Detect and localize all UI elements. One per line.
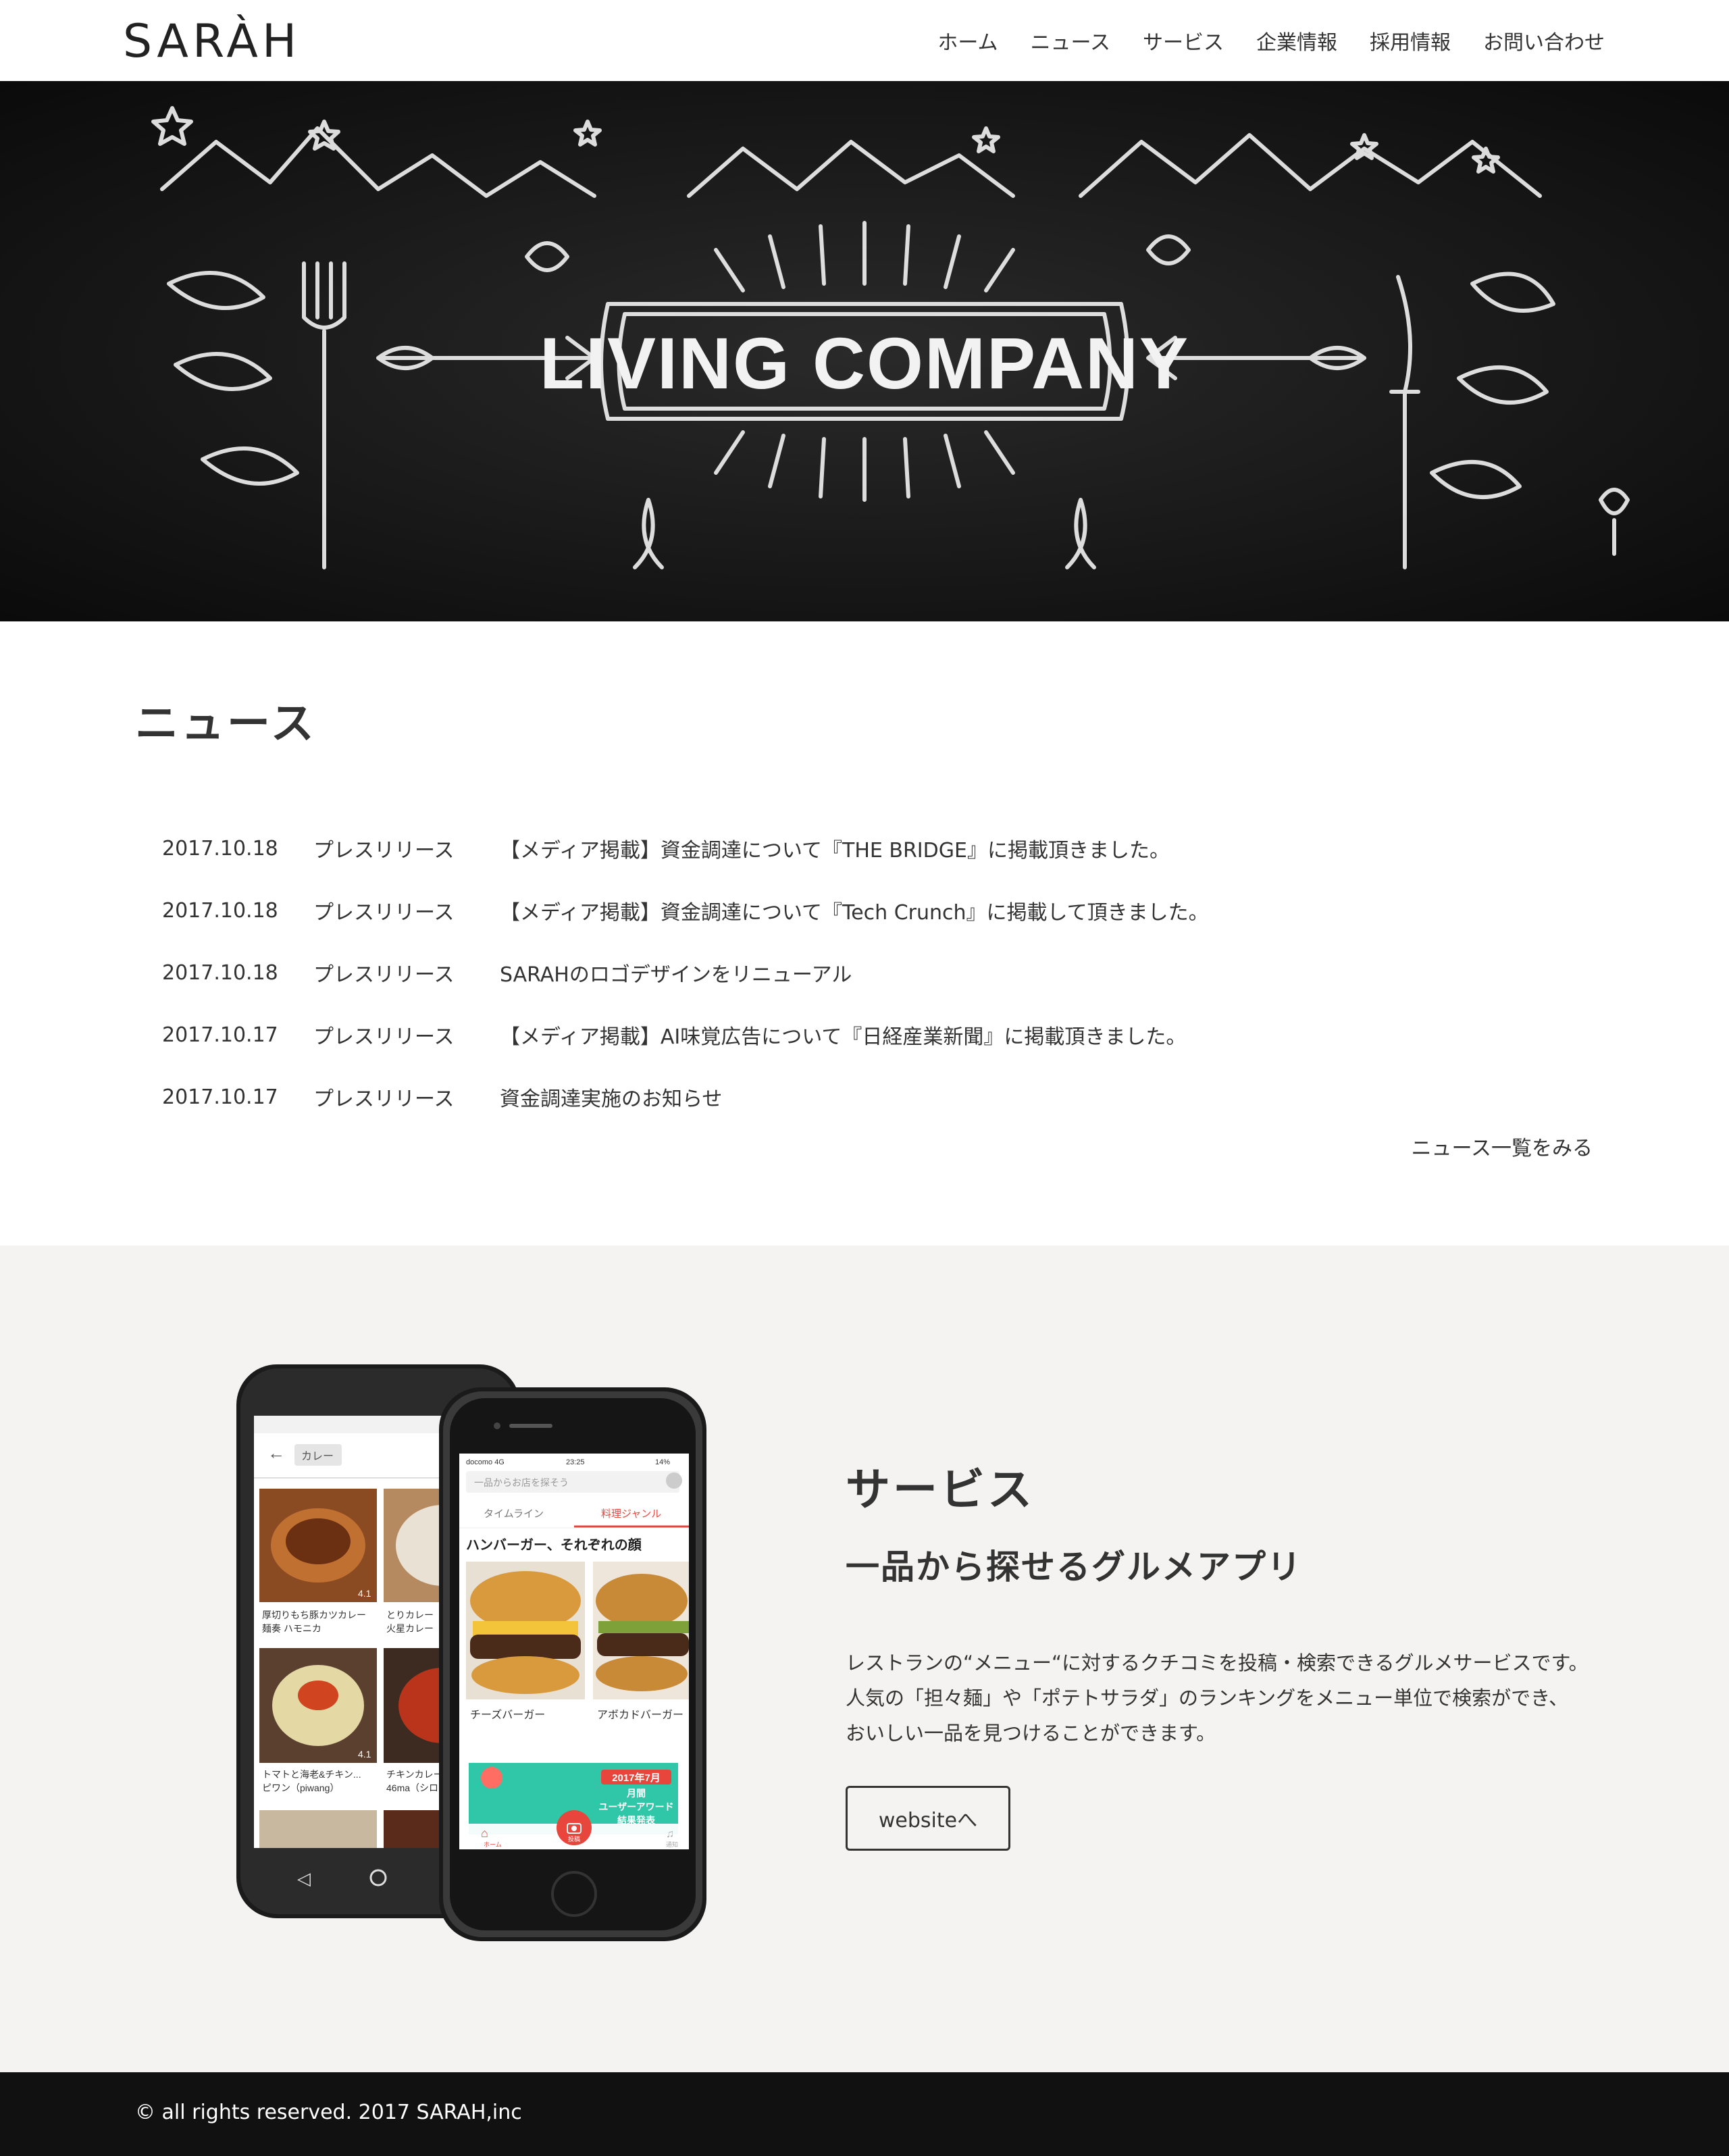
iphone-tab-genre: 料理ジャンル: [601, 1508, 661, 1520]
news-date: 2017.10.18: [162, 898, 278, 923]
website-button[interactable]: websiteへ: [846, 1786, 1010, 1851]
card-shop-2: 火星カレー: [386, 1623, 434, 1634]
app-phone-mockups: ← カレー 4.1 厚切りもち豚カツカレー 麺奏 ハモニカ とりカレー 火星カレ…: [236, 1364, 709, 1945]
service-description: レストランの“メニュー“に対するクチコミを投稿・検索できるグルメサービスです。 …: [846, 1645, 1589, 1751]
iphone-carrier: docomo 4G: [466, 1458, 505, 1466]
news-date: 2017.10.18: [162, 960, 278, 985]
news-headline[interactable]: 【メディア掲載】資金調達について『THE BRIDGE』に掲載頂きました。: [500, 833, 1594, 863]
iphone-tab-timeline: タイムライン: [484, 1508, 544, 1520]
card-shop-4: 46ma（シロ: [386, 1782, 438, 1793]
iphone: docomo 4G 23:25 14% 一品からお店を探そう タイムライン 料理…: [439, 1387, 706, 1941]
news-category: プレスリリース: [313, 901, 455, 925]
service-section-title: サービス: [846, 1464, 1035, 1516]
hero-banner-text: LIVING COMPANY: [540, 322, 1189, 404]
iphone-search-placeholder: 一品からお店を探そう: [474, 1477, 569, 1488]
card-name-1: 厚切りもち豚カツカレー: [262, 1610, 366, 1620]
copyright-text: © all rights reserved. 2017 SARAH,inc: [135, 2101, 522, 2124]
iphone-item-avocadoburger: アボカドバーガー: [597, 1709, 683, 1721]
android-back-icon: ◁: [297, 1868, 311, 1889]
news-item[interactable]: 2017.10.18 プレスリリース 【メディア掲載】資金調達について『THE …: [162, 817, 1594, 879]
news-headline[interactable]: 【メディア掲載】AI味覚広告について『日経産業新聞』に掲載頂きました。: [500, 1020, 1594, 1050]
iphone-battery: 14%: [655, 1458, 670, 1466]
news-date: 2017.10.17: [162, 1023, 278, 1047]
iphone-nav-notice: 通知: [666, 1841, 678, 1848]
news-item[interactable]: 2017.10.18 プレスリリース 【メディア掲載】資金調達について『Tech…: [162, 879, 1594, 942]
nav-item-home[interactable]: ホーム: [937, 26, 998, 55]
iphone-section-title: ハンバーガー、それぞれの顔: [466, 1537, 642, 1553]
news-section-title: ニュース: [135, 699, 317, 749]
card-name-3: トマトと海老&チキン...: [262, 1769, 361, 1780]
android-search-chip: カレー: [301, 1451, 334, 1462]
news-category: プレスリリース: [313, 1087, 455, 1111]
banner-line-1: 2017年7月: [612, 1772, 661, 1784]
news-date: 2017.10.17: [162, 1085, 278, 1109]
iphone-time: 23:25: [566, 1458, 585, 1466]
bell-icon: ♫: [666, 1828, 674, 1840]
nav-item-service[interactable]: サービス: [1143, 26, 1224, 55]
news-category: プレスリリース: [313, 963, 455, 987]
news-item[interactable]: 2017.10.17 プレスリリース 資金調達実施のお知らせ: [162, 1066, 1594, 1128]
news-headline[interactable]: SARAHのロゴデザインをリニューアル: [500, 958, 1594, 987]
card-name-2: とりカレー: [386, 1610, 434, 1620]
site-header: SARÀH ホーム ニュース サービス 企業情報 採用情報 お問い合わせ: [0, 0, 1729, 81]
news-headline[interactable]: 【メディア掲載】資金調達について『Tech Crunch』に掲載して頂きました。: [500, 896, 1594, 925]
card-rating-3: 4.1: [358, 1749, 371, 1760]
news-date: 2017.10.18: [162, 836, 278, 861]
hero-chalkboard-banner: LIVING COMPANY: [0, 81, 1729, 621]
card-shop-1: 麺奏 ハモニカ: [262, 1623, 321, 1634]
back-arrow-icon: ←: [267, 1443, 285, 1463]
main-nav: ホーム ニュース サービス 企業情報 採用情報 お問い合わせ: [937, 26, 1605, 55]
site-logo[interactable]: SARÀH: [123, 15, 301, 68]
iphone-item-cheeseburger: チーズバーガー: [470, 1709, 545, 1721]
news-more-link[interactable]: ニュース一覧をみる: [1412, 1131, 1593, 1161]
iphone-nav-home: ホーム: [484, 1841, 502, 1848]
service-description-line: レストランの“メニュー“に対するクチコミを投稿・検索できるグルメサービスです。: [846, 1651, 1589, 1674]
nav-item-recruit[interactable]: 採用情報: [1370, 26, 1451, 55]
card-name-4: チキンカレー: [386, 1769, 443, 1780]
banner-line-3: ユーザーアワード: [598, 1801, 673, 1812]
chalk-illustration: LIVING COMPANY: [0, 81, 1729, 621]
service-description-line: おいしい一品を見つけることができます。: [846, 1722, 1216, 1745]
news-category: プレスリリース: [313, 839, 455, 863]
iphone-nav-post: 投稿: [568, 1835, 580, 1843]
news-headline[interactable]: 資金調達実施のお知らせ: [500, 1082, 1594, 1112]
nav-item-company[interactable]: 企業情報: [1256, 26, 1337, 55]
news-list: 2017.10.18 プレスリリース 【メディア掲載】資金調達について『THE …: [162, 817, 1594, 1128]
card-shop-3: ピワン（piwang）: [262, 1782, 339, 1793]
news-item[interactable]: 2017.10.18 プレスリリース SARAHのロゴデザインをリニューアル: [162, 942, 1594, 1004]
site-footer: © all rights reserved. 2017 SARAH,inc: [0, 2072, 1729, 2156]
home-icon: ⌂: [481, 1826, 488, 1840]
nav-item-contact[interactable]: お問い合わせ: [1483, 26, 1605, 55]
service-subtitle: 一品から探せるグルメアプリ: [846, 1547, 1302, 1587]
nav-item-news[interactable]: ニュース: [1031, 26, 1111, 55]
news-item[interactable]: 2017.10.17 プレスリリース 【メディア掲載】AI味覚広告について『日経…: [162, 1004, 1594, 1066]
service-description-line: 人気の「担々麺」や「ポテトサラダ」のランキングをメニュー単位で検索ができ、: [846, 1687, 1569, 1710]
card-rating-1: 4.1: [358, 1588, 371, 1599]
news-category: プレスリリース: [313, 1025, 455, 1049]
banner-line-2: 月間: [626, 1788, 646, 1799]
